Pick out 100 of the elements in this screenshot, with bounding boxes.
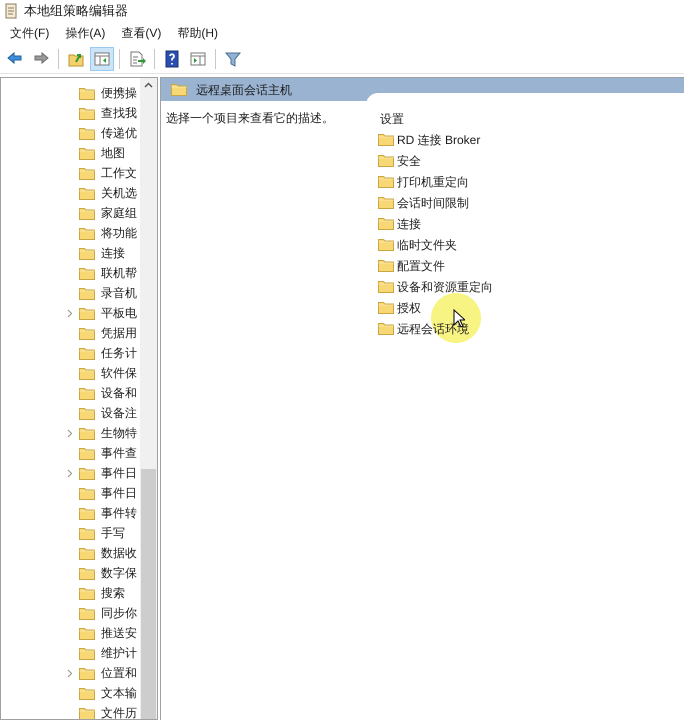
tree-item[interactable]: 事件转	[101, 504, 137, 522]
settings-item[interactable]: 会话时间限制	[397, 194, 469, 212]
tree-pane-icon	[93, 50, 111, 68]
folder-icon	[378, 154, 394, 167]
settings-item[interactable]: 配置文件	[397, 256, 445, 274]
folder-icon	[378, 217, 394, 230]
folder-icon	[79, 86, 95, 100]
folder-icon	[79, 486, 95, 500]
folder-icon	[79, 226, 95, 240]
folder-icon	[79, 586, 95, 600]
scroll-up-icon[interactable]	[144, 82, 153, 88]
expand-chevron-icon[interactable]	[67, 468, 73, 478]
menu-item[interactable]: 查看(V)	[113, 22, 170, 44]
folder-icon	[378, 259, 394, 272]
folder-icon	[378, 322, 394, 335]
tree-item[interactable]: 文件历	[101, 704, 137, 719]
tree-item[interactable]: 位置和	[101, 664, 137, 682]
folder-icon	[79, 246, 95, 260]
folder-icon	[79, 146, 95, 160]
folder-icon	[79, 426, 95, 440]
scroll-thumb[interactable]	[141, 469, 156, 719]
tree-item[interactable]: 将功能	[101, 224, 137, 242]
help-icon	[163, 50, 181, 68]
folder-icon	[79, 266, 95, 280]
folder-icon	[79, 546, 95, 560]
tree-item[interactable]: 推送安	[101, 624, 137, 642]
folder-icon	[79, 306, 95, 320]
folder-icon	[79, 626, 95, 640]
column-header: 设置	[380, 110, 405, 128]
folder-icon	[79, 666, 95, 680]
tree-item[interactable]: 工作文	[101, 164, 137, 182]
folder-icon	[79, 566, 95, 580]
folder-icon	[79, 286, 95, 300]
tree-item[interactable]: 手写	[101, 524, 125, 542]
menu-item[interactable]: 文件(F)	[2, 22, 58, 44]
tree-item[interactable]: 地图	[101, 144, 125, 162]
folder-icon	[378, 280, 394, 293]
scrollbar[interactable]	[140, 78, 157, 719]
folder-icon	[378, 196, 394, 209]
folder-icon	[79, 526, 95, 540]
folder-icon	[378, 238, 394, 251]
app-icon	[4, 3, 18, 19]
menu-item[interactable]: 帮助(H)	[169, 22, 226, 44]
folder-icon	[79, 126, 95, 140]
folder-icon	[79, 466, 95, 480]
tree-item[interactable]: 软件保	[101, 364, 137, 382]
settings-item[interactable]: RD 连接 Broker	[397, 130, 480, 148]
tree-item[interactable]: 关机选	[101, 184, 137, 202]
expand-chevron-icon[interactable]	[67, 428, 73, 438]
description-text: 选择一个项目来查看它的描述。	[166, 111, 334, 125]
tree-item[interactable]: 传递优	[101, 124, 137, 142]
expand-chevron-icon[interactable]	[67, 308, 73, 318]
export-list-icon	[128, 50, 146, 68]
folder-icon	[79, 646, 95, 660]
tree-item[interactable]: 同步你	[101, 604, 137, 622]
settings-item[interactable]: 安全	[397, 152, 421, 170]
folder-icon	[378, 175, 394, 188]
action-pane-icon	[189, 50, 207, 68]
tree-item[interactable]: 维护计	[101, 644, 137, 662]
folder-icon	[79, 406, 95, 420]
tree-pane-button[interactable]	[90, 46, 114, 70]
settings-item[interactable]: 授权	[397, 298, 421, 316]
tree-item[interactable]: 平板电	[101, 304, 137, 322]
settings-item[interactable]: 打印机重定向	[397, 172, 469, 190]
folder-icon	[79, 446, 95, 460]
tree-item[interactable]: 家庭组	[101, 204, 137, 222]
tree-item[interactable]: 凭据用	[101, 324, 137, 342]
folder-icon	[79, 166, 95, 180]
tree-item[interactable]: 设备和	[101, 384, 137, 402]
tree-item[interactable]: 数据收	[101, 544, 137, 562]
settings-item[interactable]: 临时文件夹	[397, 236, 457, 254]
tree-item[interactable]: 生物特	[101, 424, 137, 442]
tree-item[interactable]: 数字保	[101, 564, 137, 582]
expand-chevron-icon[interactable]	[67, 668, 73, 678]
filter-icon	[224, 50, 242, 68]
folder-icon	[79, 346, 95, 360]
folder-icon	[378, 301, 394, 314]
tree-item[interactable]: 连接	[101, 244, 125, 262]
settings-item[interactable]: 远程会话环境	[397, 320, 469, 338]
folder-icon	[79, 106, 95, 120]
window-title: 本地组策略编辑器	[24, 2, 128, 20]
settings-item[interactable]: 设备和资源重定向	[397, 278, 493, 296]
menu-item[interactable]: 操作(A)	[57, 22, 114, 44]
settings-item[interactable]: 连接	[397, 214, 421, 232]
tree-item[interactable]: 联机帮	[101, 264, 137, 282]
folder-icon	[79, 366, 95, 380]
tree-item[interactable]: 查找我	[101, 104, 137, 122]
tree-item[interactable]: 事件日	[101, 464, 137, 482]
tree-item[interactable]: 录音机	[101, 284, 137, 302]
tree-item[interactable]: 事件查	[101, 444, 137, 462]
folder-icon	[79, 706, 95, 719]
folder-icon	[79, 206, 95, 220]
tree-item[interactable]: 便携操	[101, 84, 137, 102]
tree-item[interactable]: 事件日	[101, 484, 137, 502]
folder-icon	[79, 506, 95, 520]
tree-item[interactable]: 任务计	[101, 344, 137, 362]
tree-item[interactable]: 设备注	[101, 404, 137, 422]
tree-item[interactable]: 搜索	[101, 584, 125, 602]
tree-item[interactable]: 文本输	[101, 684, 137, 702]
folder-icon	[79, 686, 95, 700]
